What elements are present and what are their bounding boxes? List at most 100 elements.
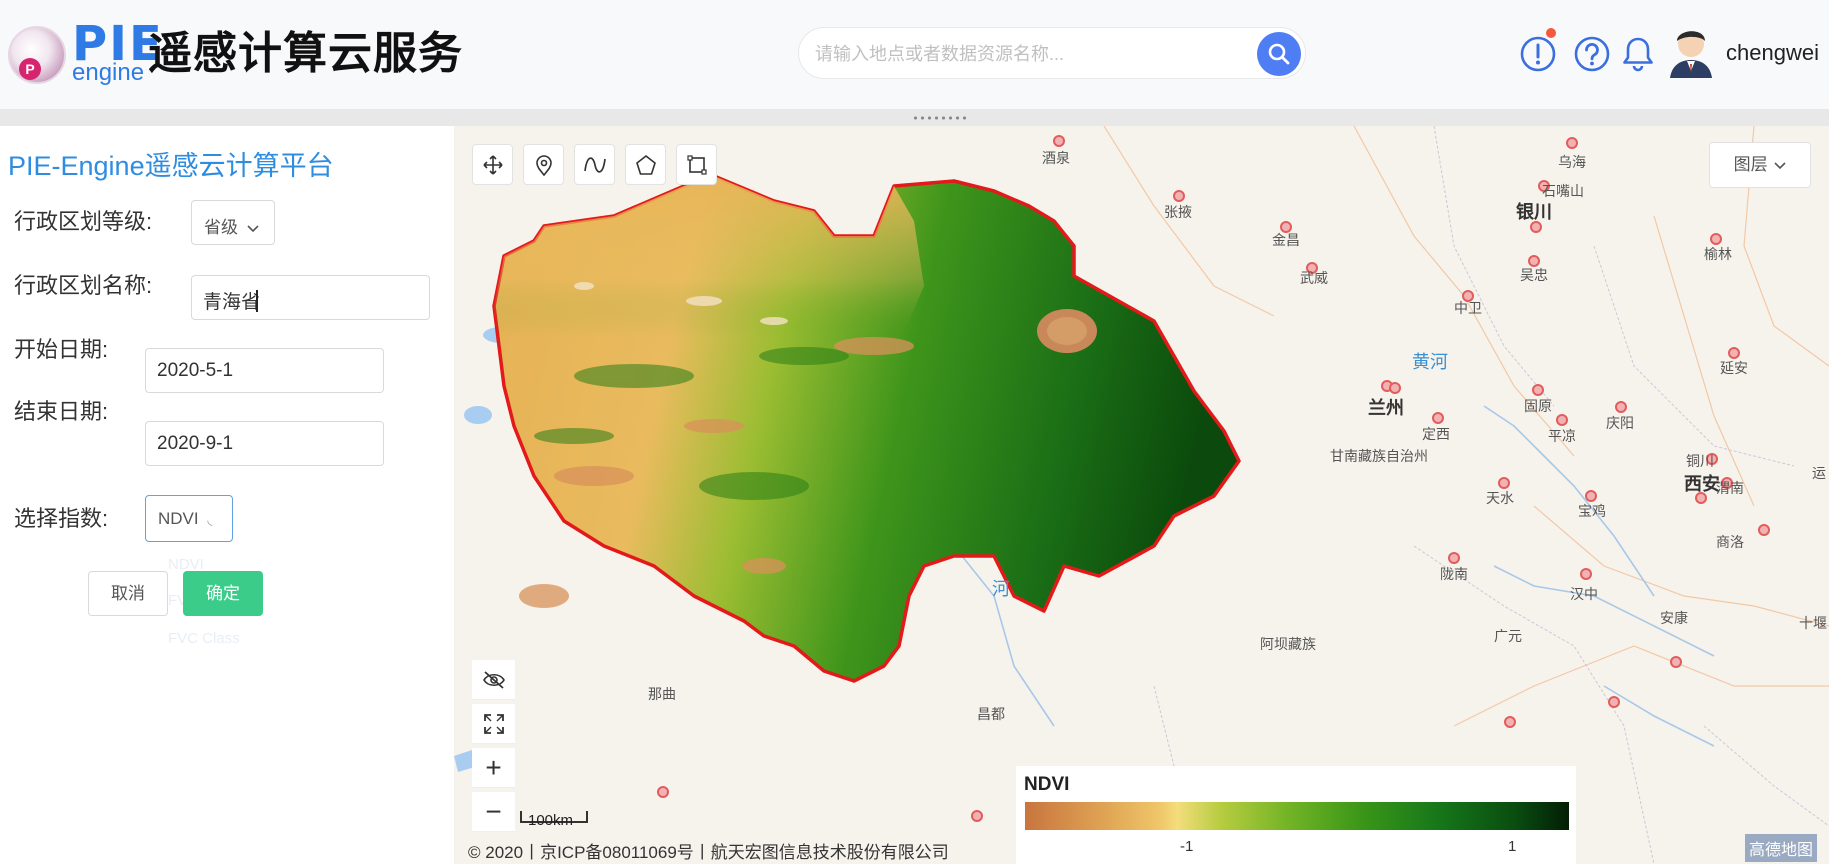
start-date-label: 开始日期: bbox=[14, 337, 109, 362]
map-label: 庆阳 bbox=[1606, 415, 1634, 431]
admin-level-value: 省级 bbox=[204, 218, 238, 237]
confirm-button[interactable]: 确定 bbox=[183, 571, 263, 616]
zoom-out-button[interactable]: − bbox=[472, 792, 515, 832]
map-label: 延安 bbox=[1720, 360, 1748, 376]
user-avatar[interactable] bbox=[1668, 24, 1714, 78]
map-label: 铜川 bbox=[1686, 453, 1714, 469]
map-label: 河 bbox=[992, 579, 1010, 599]
panel-splitter[interactable] bbox=[0, 110, 1829, 126]
legend-title: NDVI bbox=[1024, 774, 1070, 795]
legend-color-ramp bbox=[1025, 802, 1569, 830]
index-label: 选择指数: bbox=[14, 506, 109, 531]
map-label: 定西 bbox=[1422, 426, 1450, 442]
alert-circle-icon bbox=[1520, 36, 1556, 72]
eye-off-icon bbox=[482, 670, 505, 689]
map-label: 黄河 bbox=[1412, 352, 1448, 372]
map-label: 平凉 bbox=[1548, 428, 1576, 444]
layers-label: 图层 bbox=[1733, 155, 1768, 174]
end-date-label: 结束日期: bbox=[14, 399, 109, 424]
map-label: 张掖 bbox=[1164, 204, 1192, 220]
top-header: P PIE engine 遥感计算云服务 chengwei bbox=[0, 0, 1829, 110]
map-label: 兰州 bbox=[1368, 398, 1404, 418]
map-label: 十堰 bbox=[1799, 615, 1827, 631]
map-view[interactable]: 酒泉 张掖 金昌 武威 乌海 石嘴山 银川 吴忠 中卫 榆林 延安 黄河 兰州 … bbox=[454, 126, 1829, 864]
map-label: 武威 bbox=[1300, 270, 1328, 286]
loading-spinner-icon: ◟ bbox=[207, 512, 213, 527]
fullscreen-button[interactable] bbox=[472, 704, 515, 744]
help-circle-icon bbox=[1574, 36, 1610, 72]
map-label: 银川 bbox=[1516, 202, 1552, 222]
map-label: 中卫 bbox=[1454, 300, 1482, 316]
admin-level-label: 行政区划等级: bbox=[14, 209, 153, 234]
start-date-value: 2020-5-1 bbox=[157, 360, 234, 381]
notice-button[interactable] bbox=[1518, 28, 1558, 74]
bell-icon bbox=[1623, 37, 1653, 72]
map-label: 吴忠 bbox=[1520, 267, 1548, 283]
copyright-text: © 2020丨京ICP备08011069号丨航天宏图信息技术股份有限公司 bbox=[468, 843, 949, 862]
notifications-button[interactable] bbox=[1618, 34, 1658, 74]
legend-min-label: -1 bbox=[1180, 838, 1194, 855]
basemap bbox=[454, 126, 1829, 864]
pan-tool-button[interactable] bbox=[472, 144, 513, 185]
admin-level-select[interactable]: 省级 bbox=[191, 200, 275, 245]
search-input[interactable] bbox=[815, 40, 1225, 68]
move-icon bbox=[482, 154, 503, 175]
map-label: 宝鸡 bbox=[1578, 503, 1606, 519]
map-label: 乌海 bbox=[1558, 154, 1586, 170]
notification-dot bbox=[1546, 28, 1556, 38]
map-label: 金昌 bbox=[1272, 232, 1300, 248]
panel-title: PIE-Engine遥感云计算平台 bbox=[8, 151, 334, 181]
chevron-down-icon bbox=[1774, 162, 1786, 170]
dropdown-option-fvc-class[interactable]: FVC Class bbox=[168, 630, 240, 647]
toggle-visibility-button[interactable] bbox=[472, 660, 515, 700]
start-date-input[interactable]: 2020-5-1 bbox=[145, 348, 384, 393]
drag-handle-icon[interactable] bbox=[912, 116, 968, 120]
marker-icon bbox=[535, 154, 552, 176]
polygon-icon bbox=[635, 154, 656, 175]
rectangle-tool-button[interactable] bbox=[676, 144, 717, 185]
map-label: 运 bbox=[1812, 465, 1826, 481]
index-value: NDVI bbox=[158, 509, 199, 528]
help-button[interactable] bbox=[1572, 34, 1612, 74]
layers-dropdown-button[interactable]: 图层 bbox=[1709, 142, 1811, 188]
map-label: 酒泉 bbox=[1042, 150, 1070, 166]
admin-name-label: 行政区划名称: bbox=[14, 273, 153, 298]
curve-icon bbox=[583, 156, 606, 173]
pie-logo-globe-icon: P bbox=[8, 26, 66, 84]
chevron-down-icon bbox=[247, 225, 259, 233]
cancel-button[interactable]: 取消 bbox=[88, 571, 168, 616]
end-date-input[interactable]: 2020-9-1 bbox=[145, 421, 384, 466]
admin-name-input[interactable]: 青海省 bbox=[191, 275, 430, 320]
polygon-tool-button[interactable] bbox=[625, 144, 666, 185]
zoom-in-button[interactable]: + bbox=[472, 748, 515, 788]
ndvi-legend: NDVI -1 1 bbox=[1016, 766, 1576, 864]
query-panel: PIE-Engine遥感云计算平台 行政区划等级: 省级 行政区划名称: 青海省… bbox=[0, 126, 454, 864]
map-label: 汉中 bbox=[1570, 586, 1598, 602]
map-label: 安康 bbox=[1660, 610, 1688, 626]
draw-toolbar bbox=[472, 144, 717, 185]
map-label: 榆林 bbox=[1704, 246, 1732, 262]
rectangle-icon bbox=[686, 154, 707, 175]
qinghai-ndvi-layer bbox=[492, 174, 1241, 683]
map-label: 陇南 bbox=[1440, 566, 1468, 582]
map-label: 渭南 bbox=[1716, 480, 1744, 496]
map-label: 甘南藏族自治州 bbox=[1330, 448, 1428, 464]
search-button[interactable] bbox=[1257, 32, 1301, 76]
index-select[interactable]: NDVI ◟ bbox=[145, 495, 233, 542]
map-label: 天水 bbox=[1486, 490, 1514, 506]
admin-name-value: 青海省 bbox=[203, 292, 261, 313]
map-label: 商洛 bbox=[1716, 534, 1744, 550]
map-provider-logo: 高德地图 bbox=[1744, 834, 1817, 862]
app-title: 遥感计算云服务 bbox=[148, 29, 463, 78]
curve-tool-button[interactable] bbox=[574, 144, 615, 185]
text-cursor bbox=[256, 290, 259, 312]
marker-tool-button[interactable] bbox=[523, 144, 564, 185]
fullscreen-icon bbox=[483, 713, 504, 734]
legend-max-label: 1 bbox=[1508, 838, 1517, 855]
map-label: 那曲 bbox=[648, 686, 676, 702]
logo-engine-text: engine bbox=[72, 59, 145, 86]
map-label: 阿坝藏族 bbox=[1260, 636, 1316, 652]
username[interactable]: chengwei bbox=[1726, 40, 1819, 66]
end-date-value: 2020-9-1 bbox=[157, 433, 234, 454]
map-label: 固原 bbox=[1524, 398, 1552, 414]
